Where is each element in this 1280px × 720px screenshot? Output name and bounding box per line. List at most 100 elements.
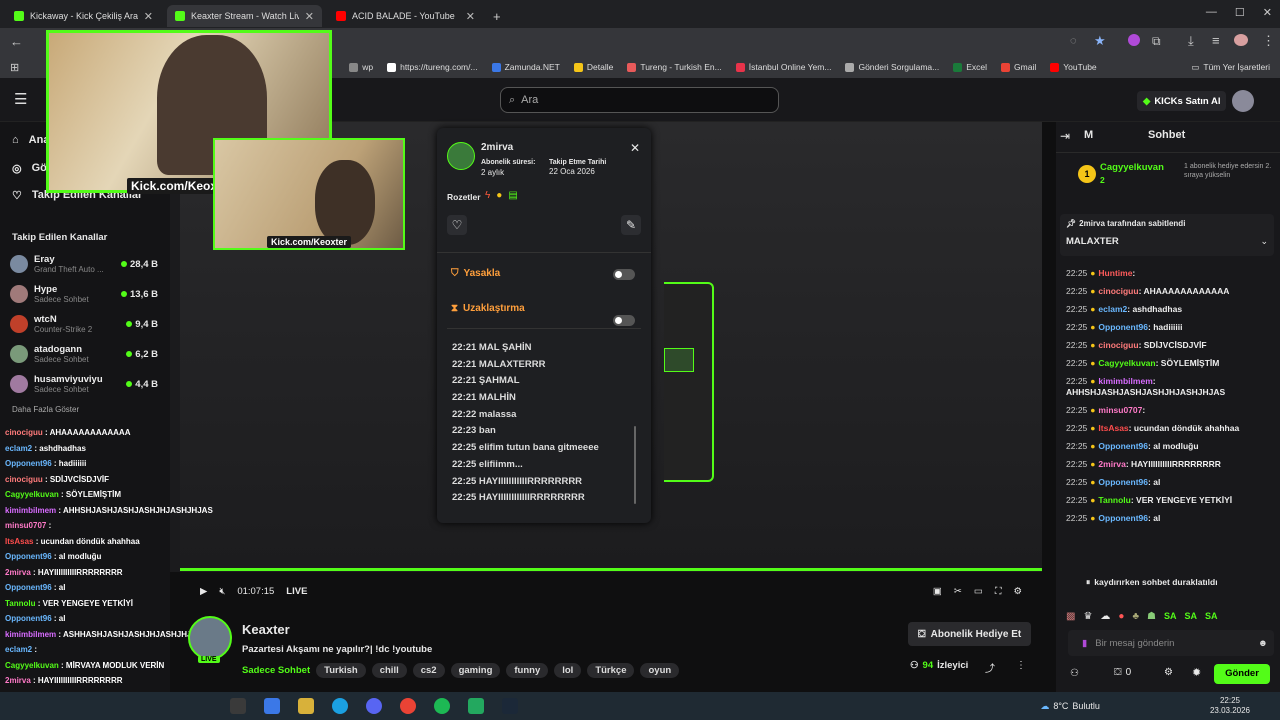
chat-settings-icon[interactable]: ✹ <box>1192 666 1201 679</box>
stream-tag[interactable]: chill <box>371 663 407 678</box>
fullscreen-icon[interactable]: ⛶ <box>995 586 1002 597</box>
chat-message[interactable]: 22:25 ● Opponent96: al modluğu <box>1056 441 1280 452</box>
bookmark-item[interactable]: Excel <box>953 62 987 72</box>
points-display[interactable]: ⛋ 0 <box>1114 667 1131 678</box>
chat-message[interactable]: 22:25 ● Opponent96: al <box>1056 513 1280 524</box>
settings-icon[interactable]: ⚙ <box>1013 586 1022 597</box>
close-window-icon[interactable]: ✕ <box>1263 6 1272 19</box>
eye-off-icon[interactable]: ◌ <box>1070 35 1077 47</box>
chat-message[interactable]: 22:25 ● Tannolu: VER YENGEYE YETKİYİ <box>1056 495 1280 506</box>
chat-message[interactable]: 22:25 ● cinociguu: AHAAAAAAAAAAAA <box>1056 286 1280 297</box>
emote-icon[interactable]: SA <box>1164 611 1177 621</box>
chat-message[interactable]: 22:25 ● eclam2: ashdhadhas <box>1056 304 1280 315</box>
close-tab-icon[interactable]: ✕ <box>466 10 475 23</box>
chat-message[interactable]: 22:25 ● Huntime: <box>1056 268 1280 279</box>
popup-scrollbar[interactable] <box>634 426 636 504</box>
message-username[interactable]: Huntime <box>1098 268 1132 278</box>
back-icon[interactable]: ← <box>10 34 23 49</box>
browser-tab[interactable]: Keaxter Stream - Watch Live o ✕ <box>167 5 322 27</box>
pinned-message[interactable]: 📌︎ 2mirva tarafından sabitlendi MALAXTER … <box>1060 214 1274 256</box>
clip-icon[interactable]: ✂ <box>954 586 962 597</box>
app-icon[interactable] <box>468 698 484 714</box>
message-username[interactable]: eclam2 <box>1098 304 1127 314</box>
more-icon[interactable]: ⋮ <box>1016 660 1026 671</box>
message-username[interactable]: cinociguu <box>1098 340 1138 350</box>
bookmark-item[interactable]: Gönderi Sorgulama... <box>845 62 939 72</box>
puzzle-icon[interactable]: ⧉ <box>1152 34 1161 49</box>
emote-icon[interactable]: ♣ <box>1132 611 1139 622</box>
discord-icon[interactable] <box>366 698 382 714</box>
stream-tag[interactable]: Türkçe <box>587 663 635 678</box>
close-tab-icon[interactable]: ✕ <box>305 10 314 23</box>
settings-icon[interactable]: ⚙ <box>1164 667 1173 678</box>
chat-message[interactable]: 22:25 ● kimimbilmem: AHHSHJASHJASHJASHJHJA… <box>1056 376 1280 398</box>
more-vert-icon[interactable]: ⋮ <box>1262 33 1275 49</box>
star-icon[interactable]: ★ <box>1094 33 1106 49</box>
bookmark-item[interactable]: https://tureng.com/... <box>387 62 478 72</box>
show-more-link[interactable]: Daha Fazla Göster <box>12 405 79 414</box>
theater-icon[interactable]: ▭ <box>974 586 983 597</box>
hamburger-icon[interactable]: ☰ <box>14 90 27 108</box>
chat-message[interactable]: 22:25 ● Opponent96: hadiiiiii <box>1056 322 1280 333</box>
chat-message[interactable]: 22:25 ● Cagyyelkuvan: SÖYLEMİŞTİM <box>1056 358 1280 369</box>
emoji-icon[interactable]: ☻ <box>1258 638 1268 649</box>
stream-tag[interactable]: cs2 <box>412 663 445 678</box>
task-view-icon[interactable] <box>230 698 246 714</box>
buy-kicks-button[interactable]: ◆ KICKs Satın Al <box>1137 91 1227 111</box>
emote-icon[interactable]: ♛ <box>1083 611 1092 622</box>
bookmark-item[interactable]: Tureng - Turkish En... <box>627 62 722 72</box>
streamer-name[interactable]: Keaxter <box>242 622 290 637</box>
apps-grid-icon[interactable]: ⊞ <box>10 61 19 74</box>
bookmark-item[interactable]: Detalle <box>573 62 613 72</box>
followed-channel[interactable]: Hype Sadece Sohbet 13,6 B <box>0 279 170 309</box>
live-label[interactable]: LIVE <box>286 586 307 597</box>
bookmark-item[interactable]: YouTube <box>1050 62 1097 72</box>
message-username[interactable]: Cagyyelkuvan <box>1098 358 1155 368</box>
bookmark-item[interactable]: İstanbul Online Yem... <box>735 62 831 72</box>
collapse-chat-icon[interactable]: ⇥ <box>1060 129 1070 143</box>
new-tab-icon[interactable]: + <box>493 9 501 24</box>
stream-tag[interactable]: gaming <box>450 663 501 678</box>
user-avatar[interactable] <box>1232 90 1254 112</box>
message-username[interactable]: Tannolu <box>1098 495 1130 505</box>
weather-widget[interactable]: ☁ 8°C Bulutlu <box>1040 701 1100 712</box>
video-progress-bar[interactable] <box>180 568 1042 571</box>
message-username[interactable]: Opponent96 <box>1098 322 1148 332</box>
download-icon[interactable]: ⤓ <box>1188 33 1194 49</box>
chat-message[interactable]: 22:25 ● minsu0707: <box>1056 405 1280 416</box>
chat-input[interactable]: ▮ Bir mesaj gönderin ☻ <box>1068 630 1274 656</box>
bookmark-item[interactable]: Gmail <box>1001 62 1036 72</box>
close-icon[interactable]: ✕ <box>630 141 640 155</box>
emote-icon[interactable]: ● <box>1118 611 1124 622</box>
followed-channel[interactable]: atadogann Sadece Sohbet 6,2 B <box>0 339 170 369</box>
other-bookmarks[interactable]: ▭ Tüm Yer İşaretleri <box>1191 62 1270 73</box>
stream-tag[interactable]: lol <box>554 663 582 678</box>
send-button[interactable]: Gönder <box>1214 664 1270 684</box>
pip-icon[interactable]: ▣ <box>933 586 942 597</box>
chevron-down-icon[interactable]: ⌄ <box>1260 236 1268 247</box>
message-username[interactable]: kimimbilmem <box>1098 376 1152 386</box>
stream-tag[interactable]: funny <box>506 663 549 678</box>
system-clock[interactable]: 22:25 23.03.2026 <box>1210 696 1250 716</box>
followed-channel[interactable]: wtcN Counter-Strike 2 9,4 B <box>0 309 170 339</box>
chat-message[interactable]: 22:25 ● Opponent96: al <box>1056 477 1280 488</box>
ban-toggle[interactable] <box>613 269 635 280</box>
emote-icon[interactable]: ☗ <box>1147 611 1156 622</box>
file-explorer-icon[interactable] <box>298 698 314 714</box>
browser-tab[interactable]: ACID BALADE - YouTube ✕ <box>328 5 483 27</box>
chat-message[interactable]: 22:25 ● 2mirva: HAYIIIIIIIIIIRRRRRRRR <box>1056 459 1280 470</box>
streamer-avatar[interactable] <box>188 616 232 660</box>
maximize-icon[interactable]: ☐ <box>1235 6 1245 19</box>
copilot-icon[interactable] <box>264 698 280 714</box>
bookmark-item[interactable]: Zamunda.NET <box>491 62 560 72</box>
extension-icon[interactable] <box>1128 34 1140 46</box>
message-username[interactable]: Opponent96 <box>1098 513 1148 523</box>
message-username[interactable]: Opponent96 <box>1098 441 1148 451</box>
message-username[interactable]: ItsAsas <box>1098 423 1128 433</box>
followed-channel[interactable]: Eray Grand Theft Auto ... 28,4 B <box>0 249 170 279</box>
steam-icon[interactable] <box>502 698 518 714</box>
timeout-toggle[interactable] <box>613 315 635 326</box>
chrome-icon[interactable] <box>400 698 416 714</box>
chat-message[interactable]: 22:25 ● ItsAsas: ucundan döndük ahahhaa <box>1056 423 1280 434</box>
minimize-icon[interactable]: — <box>1206 6 1217 19</box>
